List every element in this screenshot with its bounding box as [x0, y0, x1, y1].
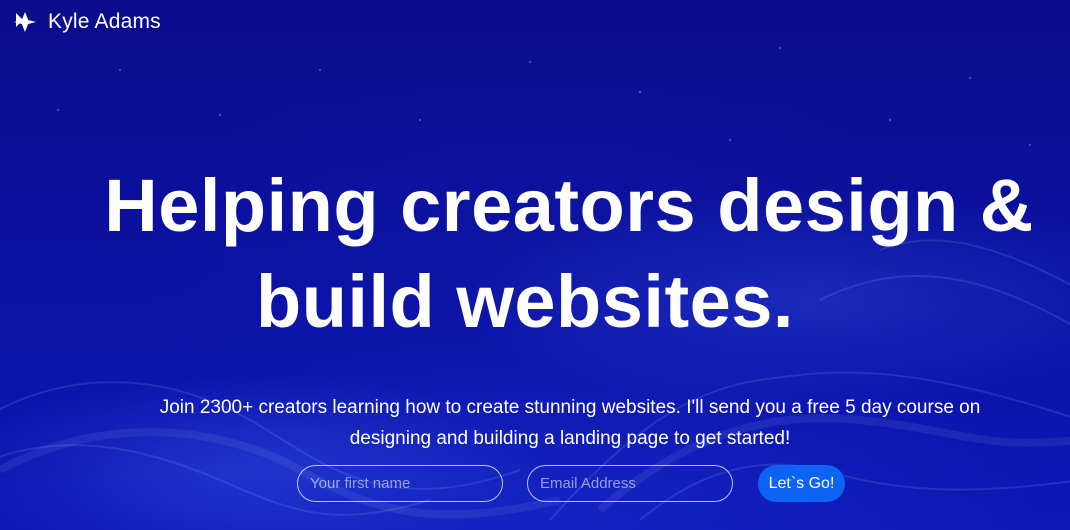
- landing-page: Kyle Adams Helping creators design & bui…: [0, 0, 1070, 530]
- signup-form: Let`s Go!: [297, 465, 845, 502]
- hero-title: Helping creators design & build websites…: [34, 158, 1070, 350]
- brand-name: Kyle Adams: [48, 10, 161, 33]
- submit-button[interactable]: Let`s Go!: [758, 465, 845, 502]
- diamond-star-logo-icon: [14, 12, 36, 32]
- brand-link[interactable]: Kyle Adams: [14, 10, 161, 34]
- email-input[interactable]: [527, 465, 733, 502]
- hero-title-line-2: build websites.: [256, 260, 794, 343]
- hero-title-line-1: Helping creators design &: [104, 164, 1034, 247]
- first-name-input[interactable]: [297, 465, 503, 502]
- hero-subtitle: Join 2300+ creators learning how to crea…: [159, 397, 981, 449]
